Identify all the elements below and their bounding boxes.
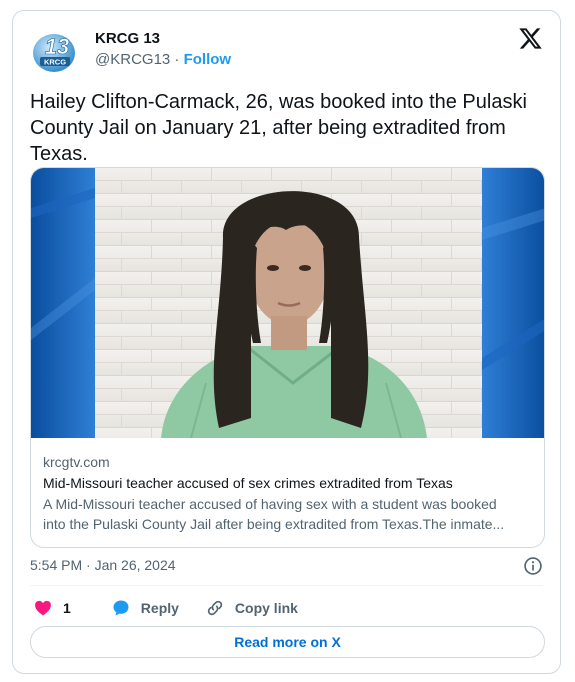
handle-separator: · (174, 51, 180, 68)
follow-button[interactable]: Follow (184, 51, 232, 68)
reply-label: Reply (140, 600, 179, 616)
account-handle[interactable]: @KRCG13 (95, 51, 170, 68)
link-title: Mid-Missouri teacher accused of sex crim… (43, 475, 453, 491)
article-photo (31, 168, 544, 438)
link-description: A Mid-Missouri teacher accused of having… (43, 494, 535, 534)
copy-link-label: Copy link (234, 600, 298, 616)
x-logo-icon[interactable] (518, 26, 543, 51)
link-domain: krcgtv.com (43, 454, 110, 470)
like-count: 1 (63, 600, 71, 616)
account-name[interactable]: KRCG 13 (95, 30, 160, 47)
account-handle-line: @KRCG13 · Follow (95, 51, 231, 68)
like-button[interactable]: 1 (33, 598, 71, 618)
svg-text:13: 13 (45, 34, 69, 59)
tweet-text: Hailey Clifton-Carmack, 26, was booked i… (30, 91, 527, 165)
link-description-line: into the Pulaski County Jail after being… (43, 516, 505, 532)
link-icon (207, 600, 223, 616)
divider (30, 585, 543, 586)
krcg-avatar-logo[interactable]: 13 KRCG (31, 28, 79, 76)
tweet-timestamp[interactable]: 5:54 PM · Jan 26, 2024 (30, 557, 176, 573)
speech-bubble-icon (113, 600, 129, 616)
link-meta: krcgtv.com Mid-Missouri teacher accused … (43, 452, 535, 534)
action-bar: 1 Reply Copy link (33, 597, 298, 619)
read-more-button[interactable]: Read more on X (30, 626, 545, 658)
info-icon[interactable] (523, 556, 543, 576)
copy-link-button[interactable]: Copy link (205, 598, 298, 618)
reply-button[interactable]: Reply (111, 598, 179, 618)
link-description-line: A Mid-Missouri teacher accused of having… (43, 496, 497, 512)
link-preview-card[interactable]: krcgtv.com Mid-Missouri teacher accused … (30, 167, 545, 548)
heart-icon (35, 600, 51, 616)
tweet-card: 13 KRCG KRCG 13 @KRCG13 · Follow Hailey … (12, 10, 561, 674)
svg-text:KRCG: KRCG (44, 58, 66, 67)
